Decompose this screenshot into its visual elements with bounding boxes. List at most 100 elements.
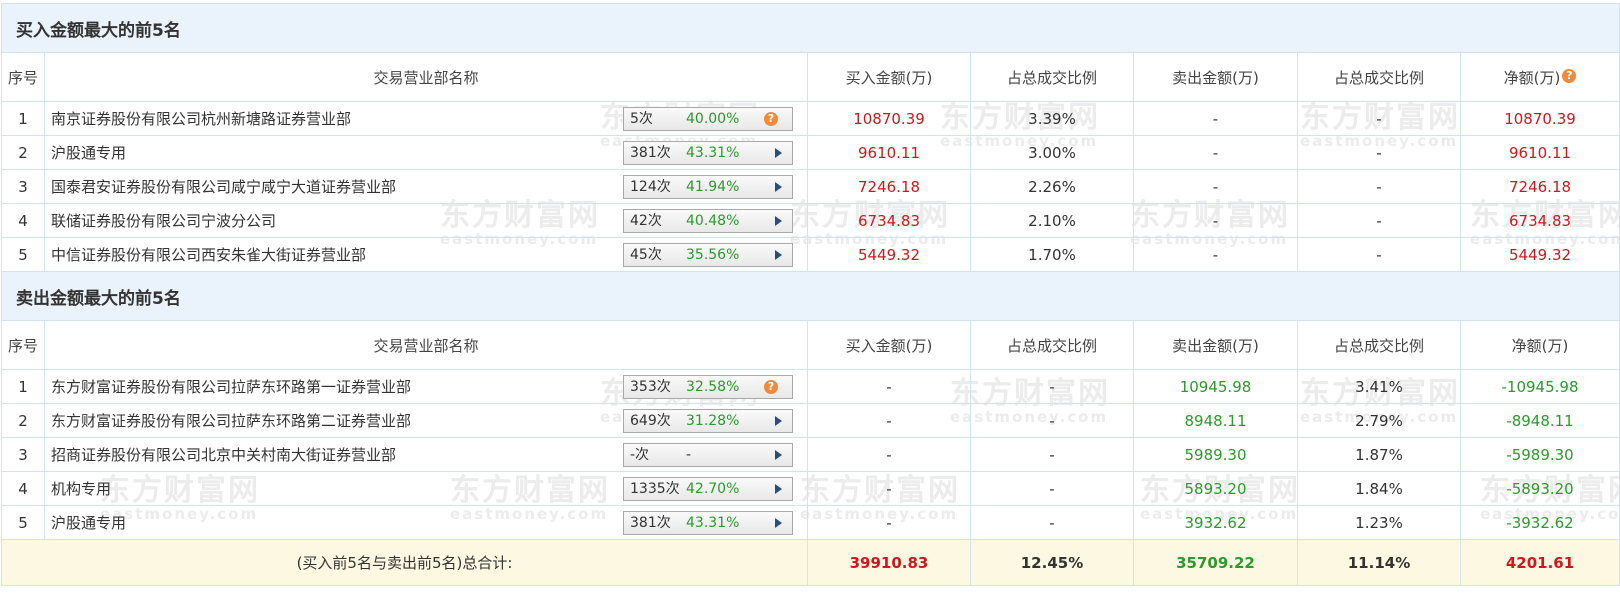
sell-amount: - <box>1133 135 1298 170</box>
row-seq: 4 <box>1 203 45 238</box>
play-arrow-icon[interactable] <box>775 216 782 226</box>
play-arrow-icon[interactable] <box>775 250 782 260</box>
buy-amount: 5449.32 <box>807 237 971 272</box>
win-rate: 42.70% <box>686 481 740 497</box>
header-net-amount: 净额(万) <box>1459 320 1620 370</box>
win-rate: 32.58% <box>686 379 740 395</box>
broker-stats-box[interactable]: 5次 40.00%? <box>623 107 793 131</box>
help-icon[interactable]: ? <box>1562 68 1577 83</box>
play-arrow-icon[interactable] <box>775 182 782 192</box>
broker-name-link[interactable]: 沪股通专用 <box>51 142 126 163</box>
win-rate: 35.56% <box>686 247 740 263</box>
buy-column-headers: 序号 交易营业部名称 买入金额(万) 占总成交比例 卖出金额(万) 占总成交比例… <box>1 52 1620 102</box>
broker-name-cell: 国泰君安证券股份有限公司咸宁咸宁大道证券营业部 124次 41.94% <box>44 169 808 204</box>
broker-stats-box[interactable]: 381次 43.31% <box>623 141 793 165</box>
broker-name-cell: 招商证券股份有限公司北京中关村南大街证券营业部 -次 - <box>44 437 808 472</box>
play-arrow-icon[interactable] <box>775 148 782 158</box>
trade-count: 381次 <box>630 145 671 161</box>
sell-ratio: 1.84% <box>1297 471 1461 506</box>
header-sell-ratio: 占总成交比例 <box>1297 320 1461 370</box>
header-broker-name: 交易营业部名称 <box>44 52 808 102</box>
win-rate: 41.94% <box>686 179 740 195</box>
buy-ratio: 2.10% <box>970 203 1134 238</box>
buy-section-header: 买入金额最大的前5名 <box>0 3 1620 53</box>
net-amount: -8948.11 <box>1459 403 1620 438</box>
header-buy-ratio: 占总成交比例 <box>970 320 1134 370</box>
broker-name-link[interactable]: 机构专用 <box>51 478 111 499</box>
help-icon[interactable]: ? <box>764 112 778 126</box>
header-sell-amount: 卖出金额(万) <box>1133 320 1298 370</box>
sell-amount: 10945.98 <box>1133 369 1298 404</box>
total-sell-ratio: 11.14% <box>1297 539 1461 586</box>
broker-stats-box[interactable]: 353次 32.58%? <box>623 375 793 399</box>
table-row: 3 国泰君安证券股份有限公司咸宁咸宁大道证券营业部 124次 41.94% 7246… <box>1 169 1620 204</box>
header-sell-amount: 卖出金额(万) <box>1133 52 1298 102</box>
broker-stats-box[interactable]: 42次 40.48% <box>623 209 793 233</box>
row-seq: 4 <box>1 471 45 506</box>
total-sell-amount: 35709.22 <box>1133 539 1298 586</box>
broker-name-link[interactable]: 中信证券股份有限公司西安朱雀大街证券营业部 <box>51 244 366 265</box>
play-arrow-icon[interactable] <box>775 518 782 528</box>
table-row: 5 中信证券股份有限公司西安朱雀大街证券营业部 45次 35.56% 5449.32… <box>1 237 1620 272</box>
sell-amount: - <box>1133 203 1298 238</box>
broker-stats-box[interactable]: -次 - <box>623 443 793 467</box>
broker-name-link[interactable]: 沪股通专用 <box>51 512 126 533</box>
sell-column-headers: 序号 交易营业部名称 买入金额(万) 占总成交比例 卖出金额(万) 占总成交比例… <box>1 320 1620 370</box>
table-row: 1 南京证券股份有限公司杭州新塘路证券营业部 5次 40.00%? 10870.39… <box>1 101 1620 136</box>
broker-stats-box[interactable]: 1335次 42.70% <box>623 477 793 501</box>
table-row: 2 东方财富证券股份有限公司拉萨东环路第二证券营业部 649次 31.28% - -… <box>1 403 1620 438</box>
help-icon[interactable]: ? <box>764 380 778 394</box>
broker-name-cell: 沪股通专用 381次 43.31% <box>44 135 808 170</box>
broker-name-link[interactable]: 国泰君安证券股份有限公司咸宁咸宁大道证券营业部 <box>51 176 396 197</box>
net-amount: -5893.20 <box>1459 471 1620 506</box>
broker-name-link[interactable]: 南京证券股份有限公司杭州新塘路证券营业部 <box>51 108 351 129</box>
header-buy-amount: 买入金额(万) <box>807 320 971 370</box>
play-arrow-icon[interactable] <box>775 416 782 426</box>
row-seq: 3 <box>1 169 45 204</box>
buy-amount: - <box>807 437 971 472</box>
win-rate: 43.31% <box>686 145 740 161</box>
sell-amount: - <box>1133 101 1298 136</box>
broker-stats-box[interactable]: 381次 43.31% <box>623 511 793 535</box>
row-seq: 1 <box>1 369 45 404</box>
broker-name-cell: 中信证券股份有限公司西安朱雀大街证券营业部 45次 35.56% <box>44 237 808 272</box>
broker-name-cell: 机构专用 1335次 42.70% <box>44 471 808 506</box>
sell-amount: - <box>1133 169 1298 204</box>
broker-stats-box[interactable]: 124次 41.94% <box>623 175 793 199</box>
row-seq: 2 <box>1 403 45 438</box>
net-amount: -3932.62 <box>1459 505 1620 540</box>
trade-count: 42次 <box>630 213 662 229</box>
broker-stats-box[interactable]: 649次 31.28% <box>623 409 793 433</box>
sell-ratio: - <box>1297 169 1461 204</box>
play-arrow-icon[interactable] <box>775 450 782 460</box>
play-arrow-icon[interactable] <box>775 484 782 494</box>
win-rate: 43.31% <box>686 515 740 531</box>
sell-ratio: 1.87% <box>1297 437 1461 472</box>
buy-ratio: 1.70% <box>970 237 1134 272</box>
total-net-amount: 4201.61 <box>1459 539 1620 586</box>
sell-section-header: 卖出金额最大的前5名 <box>0 271 1620 321</box>
broker-name-link[interactable]: 招商证券股份有限公司北京中关村南大街证券营业部 <box>51 444 396 465</box>
sell-ratio: - <box>1297 135 1461 170</box>
buy-ratio: 3.39% <box>970 101 1134 136</box>
net-amount: 10870.39 <box>1459 101 1620 136</box>
broker-name-link[interactable]: 东方财富证券股份有限公司拉萨东环路第一证券营业部 <box>51 376 411 397</box>
broker-name-link[interactable]: 联储证券股份有限公司宁波分公司 <box>51 210 276 231</box>
sell-amount: 5893.20 <box>1133 471 1298 506</box>
total-row: (买入前5名与卖出前5名)总合计: 39910.83 12.45% 35709.… <box>1 539 1620 586</box>
sell-amount: - <box>1133 237 1298 272</box>
header-buy-amount: 买入金额(万) <box>807 52 971 102</box>
net-amount: 9610.11 <box>1459 135 1620 170</box>
win-rate: 40.00% <box>686 111 740 127</box>
buy-ratio: - <box>970 437 1134 472</box>
buy-ratio: - <box>970 403 1134 438</box>
broker-name-link[interactable]: 东方财富证券股份有限公司拉萨东环路第二证券营业部 <box>51 410 411 431</box>
header-buy-ratio: 占总成交比例 <box>970 52 1134 102</box>
net-amount: 6734.83 <box>1459 203 1620 238</box>
broker-name-cell: 沪股通专用 381次 43.31% <box>44 505 808 540</box>
table-row: 3 招商证券股份有限公司北京中关村南大街证券营业部 -次 - - - 5989.30… <box>1 437 1620 472</box>
broker-stats-box[interactable]: 45次 35.56% <box>623 243 793 267</box>
row-seq: 5 <box>1 237 45 272</box>
buy-ratio: 3.00% <box>970 135 1134 170</box>
buy-amount: 6734.83 <box>807 203 971 238</box>
